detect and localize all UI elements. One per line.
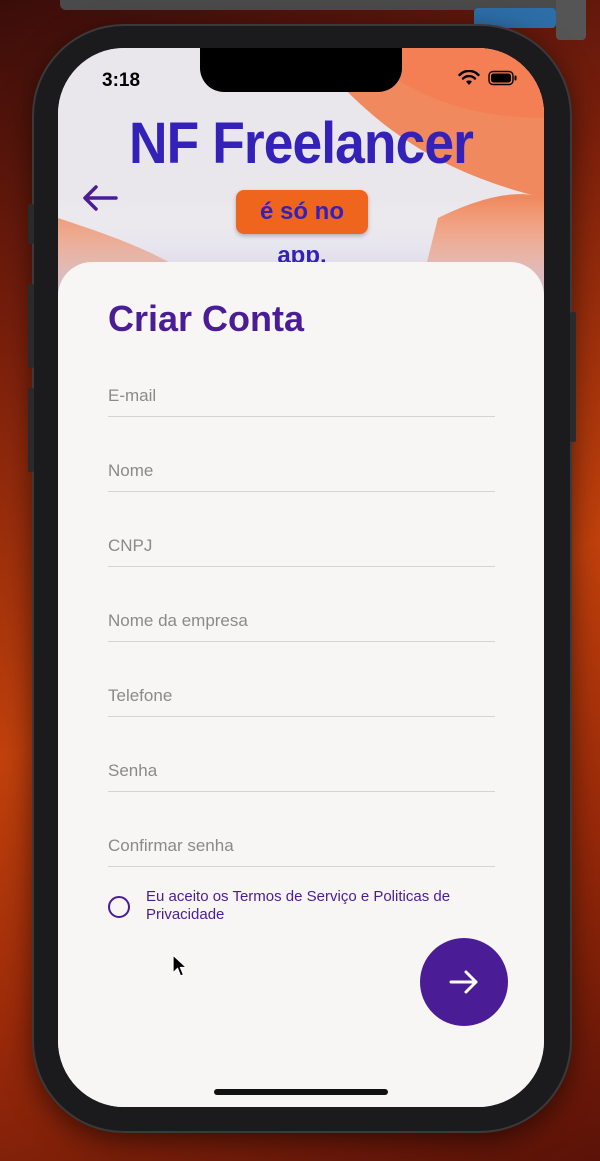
terms-radio[interactable] xyxy=(108,896,130,918)
arrow-left-icon xyxy=(83,185,118,211)
signup-card: Criar Conta Eu aceito os Termos de Servi… xyxy=(58,262,544,1107)
terms-row: Eu aceito os Termos de Serviço e Politic… xyxy=(108,888,476,924)
app-screen: 3:18 NF Freelancer é só no app. Criar Co… xyxy=(58,48,544,1107)
status-time: 3:18 xyxy=(102,70,141,91)
app-title: NF Freelancer xyxy=(129,111,474,176)
phone-side-button xyxy=(570,312,576,442)
phone-side-button xyxy=(28,284,34,368)
mouse-cursor-icon xyxy=(172,954,188,977)
phone-field[interactable] xyxy=(108,676,495,717)
phone-notch xyxy=(200,48,402,92)
cnpj-field[interactable] xyxy=(108,526,495,567)
terms-label: Eu aceito os Termos de Serviço e Politic… xyxy=(146,888,451,923)
wifi-icon xyxy=(458,70,480,85)
name-field[interactable] xyxy=(108,451,495,492)
company-name-field[interactable] xyxy=(108,601,495,642)
battery-icon xyxy=(488,70,517,86)
confirm-password-field[interactable] xyxy=(108,826,495,867)
password-field[interactable] xyxy=(108,751,495,792)
desktop-tile xyxy=(474,8,556,28)
arrow-right-icon xyxy=(449,970,478,994)
phone-side-button xyxy=(28,388,34,472)
phone-side-button xyxy=(28,204,34,244)
back-button[interactable] xyxy=(80,180,120,216)
email-field[interactable] xyxy=(108,376,495,417)
next-button[interactable] xyxy=(420,938,508,1026)
page-title: Criar Conta xyxy=(108,298,305,339)
status-icons xyxy=(458,70,518,86)
promo-badge: é só no app. xyxy=(236,190,368,269)
home-indicator xyxy=(214,1089,388,1095)
desktop-tile xyxy=(556,0,586,40)
